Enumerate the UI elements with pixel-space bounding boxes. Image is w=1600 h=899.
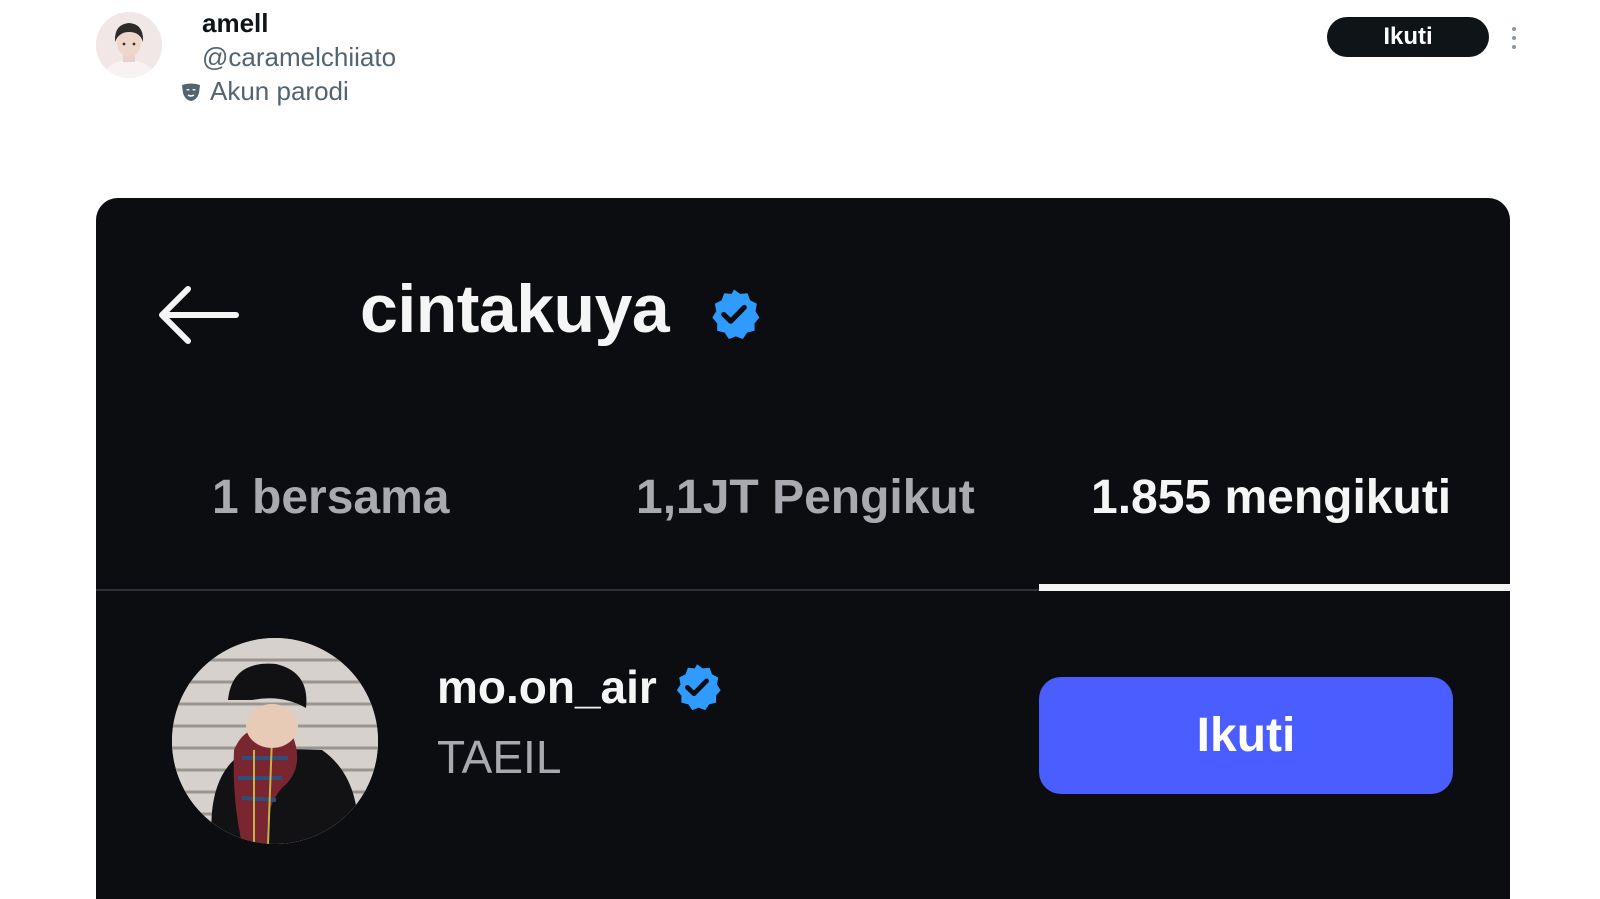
user-avatar: [172, 638, 378, 844]
user-full-name: TAEIL: [437, 731, 562, 783]
tweet-container: amell @caramelchiiato Akun parodi Ikuti …: [0, 0, 1600, 899]
author-handle[interactable]: @caramelchiiato: [202, 42, 396, 73]
embedded-screenshot[interactable]: cintakuya 1 bersama 1,1JT Pengikut 1.855…: [96, 198, 1510, 899]
author-avatar[interactable]: [96, 12, 162, 78]
verified-badge-icon: [676, 664, 721, 711]
tab-followers: 1,1JT Pengikut: [636, 471, 975, 524]
profile-name: cintakuya: [360, 271, 670, 347]
parody-label-text: Akun parodi: [210, 76, 349, 106]
follow-button[interactable]: Ikuti: [1327, 17, 1489, 57]
parody-account-label: Akun parodi: [180, 76, 349, 107]
arrow-left-icon: [159, 286, 239, 344]
parody-mask-icon: [182, 83, 200, 101]
user-handle-row: mo.on_air: [437, 660, 723, 714]
verified-badge-icon: [712, 289, 760, 339]
tab-following: 1.855 mengikuti: [1091, 471, 1452, 524]
user-handle: mo.on_air: [437, 661, 657, 713]
more-vertical-icon[interactable]: [1505, 24, 1523, 52]
tab-mutual: 1 bersama: [212, 471, 450, 524]
active-tab-indicator: [1039, 584, 1510, 591]
author-display-name[interactable]: amell: [202, 8, 269, 39]
follow-user-button: Ikuti: [1039, 677, 1453, 794]
